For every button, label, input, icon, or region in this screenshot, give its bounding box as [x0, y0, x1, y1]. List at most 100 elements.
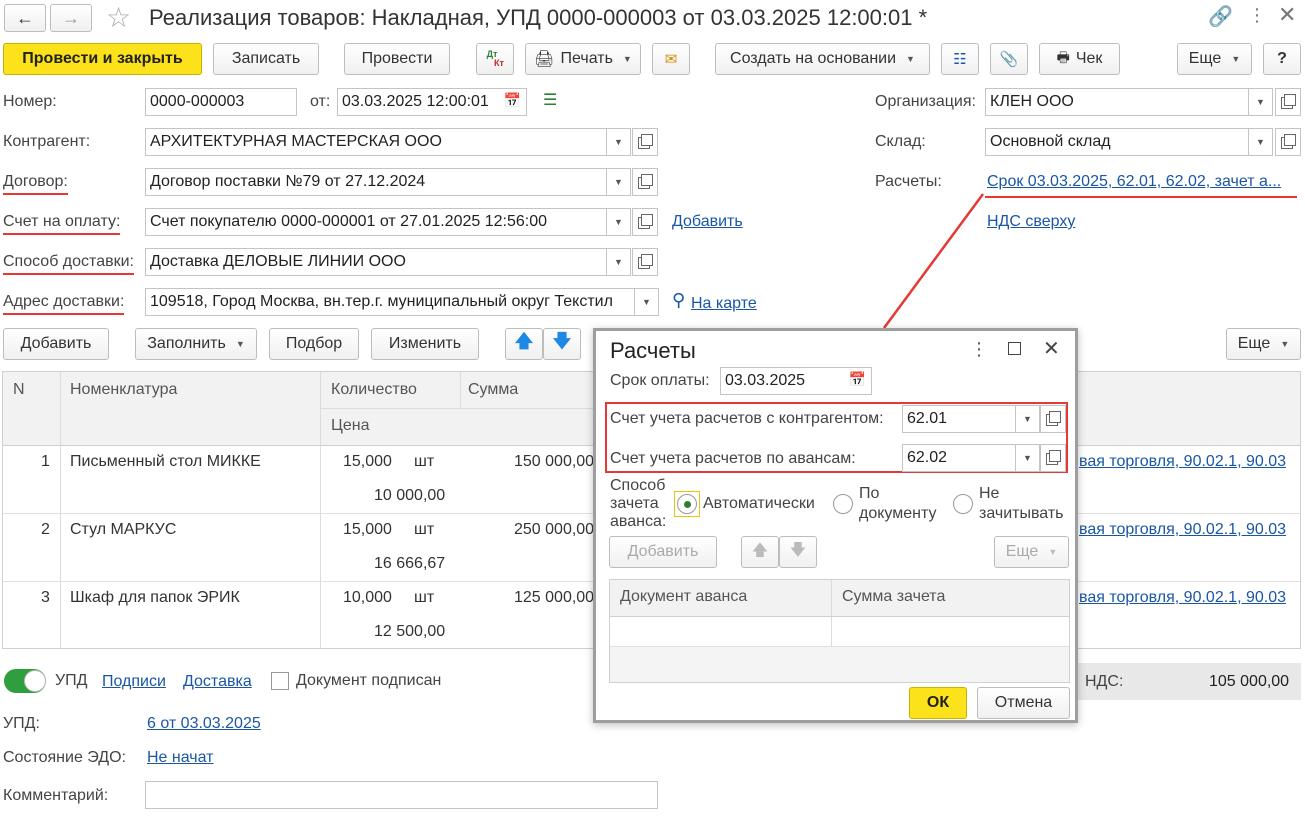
table-add-button[interactable]: Добавить — [3, 328, 109, 360]
attach-button[interactable]: 📎 — [990, 43, 1028, 75]
chevron-down-icon[interactable]: ▼ — [1015, 445, 1039, 471]
print-button[interactable]: 🖨 Печать ▼ — [525, 43, 641, 75]
chevron-down-icon[interactable]: ▼ — [606, 169, 630, 195]
radio-by-document[interactable] — [833, 494, 853, 514]
edo-state-label: Состояние ЭДО: — [3, 749, 126, 766]
email-button[interactable]: ✉ — [652, 43, 690, 75]
edo-state-link[interactable]: Не начат — [147, 749, 214, 767]
open-contract-button[interactable] — [632, 168, 658, 196]
vat-on-top-link[interactable]: НДС сверху — [987, 213, 1075, 231]
col-header-offset-sum[interactable]: Сумма зачета — [842, 588, 945, 606]
chevron-down-icon[interactable]: ▼ — [606, 209, 630, 235]
open-invoice-button[interactable] — [632, 208, 658, 236]
col-header-item[interactable]: Номенклатура — [70, 381, 177, 399]
col-header-n[interactable]: N — [13, 381, 25, 399]
dialog-more-button[interactable]: Еще ▼ — [994, 536, 1069, 568]
warehouse-select[interactable]: Основной склад ▼ — [985, 128, 1273, 156]
chevron-down-icon[interactable]: ▼ — [1248, 89, 1272, 115]
save-button[interactable]: Записать — [213, 43, 319, 75]
vat-total-value: 105 000,00 — [1209, 673, 1290, 690]
col-header-sum[interactable]: Сумма — [468, 381, 518, 399]
open-organization-button[interactable] — [1275, 88, 1301, 116]
help-button[interactable]: ? — [1263, 43, 1301, 75]
more-button[interactable]: Еще ▼ — [1177, 43, 1252, 75]
favorite-star-icon[interactable]: ☆ — [106, 1, 131, 34]
table-pick-button[interactable]: Подбор — [269, 328, 359, 360]
move-down-button[interactable]: 🡇 — [543, 328, 581, 360]
col-header-advance-doc[interactable]: Документ аванса — [620, 588, 747, 606]
advance-account-select[interactable]: 62.02 ▼ — [902, 444, 1040, 472]
col-header-qty[interactable]: Количество — [331, 381, 417, 399]
link-icon[interactable]: 🔗 — [1208, 4, 1233, 29]
back-button[interactable]: ← — [4, 4, 46, 32]
map-link[interactable]: На карте — [691, 295, 757, 313]
chevron-down-icon[interactable]: ▼ — [1248, 129, 1272, 155]
upd-toggle[interactable] — [4, 669, 46, 693]
upd-document-link[interactable]: 6 от 03.03.2025 — [147, 715, 261, 733]
counterparty-account-select[interactable]: 62.01 ▼ — [902, 405, 1040, 433]
radio-auto[interactable] — [677, 494, 697, 514]
table-more-button[interactable]: Еще ▼ — [1226, 328, 1301, 360]
number-label: Номер: — [3, 93, 57, 110]
settlements-link[interactable]: Срок 03.03.2025, 62.01, 62.02, зачет а..… — [987, 173, 1281, 191]
chevron-down-icon[interactable]: ▼ — [606, 129, 630, 155]
more-vertical-icon[interactable]: ⋮ — [1248, 5, 1266, 26]
more-vertical-icon[interactable]: ⋮ — [970, 339, 988, 360]
advance-account-label: Счет учета расчетов по авансам: — [610, 450, 856, 467]
invoice-add-link[interactable]: Добавить — [672, 213, 743, 231]
open-advance-account-button[interactable] — [1040, 444, 1066, 472]
delivery-address-input[interactable]: 109518, Город Москва, вн.тер.г. муниципа… — [145, 288, 659, 316]
receipt-button[interactable]: 🖶 Чек — [1039, 43, 1120, 75]
edit-list-icon[interactable]: ☰ — [543, 90, 557, 110]
signatures-link[interactable]: Подписи — [102, 673, 166, 691]
dialog-move-up-button[interactable]: 🡅 — [741, 536, 779, 568]
chevron-down-icon[interactable]: ▼ — [1015, 406, 1039, 432]
create-based-on-button[interactable]: Создать на основании ▼ — [715, 43, 930, 75]
dialog-move-down-button[interactable]: 🡇 — [779, 536, 817, 568]
table-change-button[interactable]: Изменить — [371, 328, 479, 360]
delivery-method-select[interactable]: Доставка ДЕЛОВЫЕ ЛИНИИ ООО ▼ — [145, 248, 631, 276]
row-accounts-link[interactable]: вая торговля, 90.02.1, 90.03 — [1079, 589, 1286, 607]
arrow-up-icon: 🡅 — [514, 331, 534, 351]
row-accounts-link[interactable]: вая торговля, 90.02.1, 90.03 — [1079, 453, 1286, 471]
comment-input[interactable] — [145, 781, 658, 809]
maximize-icon[interactable] — [1008, 342, 1021, 355]
number-input[interactable]: 0000-000003 — [145, 88, 297, 116]
post-button[interactable]: Провести — [344, 43, 450, 75]
date-input[interactable]: 03.03.2025 12:00:01 📅 — [337, 88, 527, 116]
table-fill-button[interactable]: Заполнить ▼ — [135, 328, 257, 360]
post-and-close-button[interactable]: Провести и закрыть — [3, 43, 202, 75]
radio-do-not-offset[interactable] — [953, 494, 973, 514]
row-unit: шт — [414, 521, 435, 538]
delivery-link[interactable]: Доставка — [183, 673, 252, 691]
invoice-select[interactable]: Счет покупателю 0000-000001 от 27.01.202… — [145, 208, 631, 236]
calendar-icon[interactable]: 📅 — [504, 92, 521, 109]
counterparty-select[interactable]: АРХИТЕКТУРНАЯ МАСТЕРСКАЯ ООО ▼ — [145, 128, 631, 156]
due-date-input[interactable]: 03.03.2025 📅 — [720, 367, 872, 395]
open-counterparty-account-button[interactable] — [1040, 405, 1066, 433]
organization-label: Организация: — [875, 93, 976, 110]
cancel-button[interactable]: Отмена — [977, 687, 1070, 719]
organization-select[interactable]: КЛЕН ООО ▼ — [985, 88, 1273, 116]
forward-button[interactable]: → — [50, 4, 92, 32]
dialog-add-button[interactable]: Добавить — [609, 536, 717, 568]
envelope-icon: ✉ — [664, 51, 678, 68]
ok-button[interactable]: ОК — [909, 687, 967, 719]
chevron-down-icon[interactable]: ▼ — [634, 289, 658, 315]
counterparty-account-label: Счет учета расчетов с контрагентом: — [610, 410, 884, 427]
move-up-button[interactable]: 🡅 — [505, 328, 543, 360]
structure-button[interactable]: ☷ — [941, 43, 979, 75]
dt-kt-button[interactable]: Дт Кт — [476, 43, 514, 75]
open-delivery-method-button[interactable] — [632, 248, 658, 276]
close-icon[interactable]: ✕ — [1278, 2, 1296, 28]
map-pin-icon: ⚲ — [672, 290, 686, 310]
row-accounts-link[interactable]: вая торговля, 90.02.1, 90.03 — [1079, 521, 1286, 539]
close-icon[interactable]: ✕ — [1043, 336, 1060, 361]
open-warehouse-button[interactable] — [1275, 128, 1301, 156]
contract-select[interactable]: Договор поставки №79 от 27.12.2024 ▼ — [145, 168, 631, 196]
col-header-price[interactable]: Цена — [331, 417, 369, 435]
doc-signed-checkbox[interactable] — [271, 672, 289, 690]
chevron-down-icon[interactable]: ▼ — [606, 249, 630, 275]
calendar-icon[interactable]: 📅 — [849, 371, 866, 388]
open-counterparty-button[interactable] — [632, 128, 658, 156]
